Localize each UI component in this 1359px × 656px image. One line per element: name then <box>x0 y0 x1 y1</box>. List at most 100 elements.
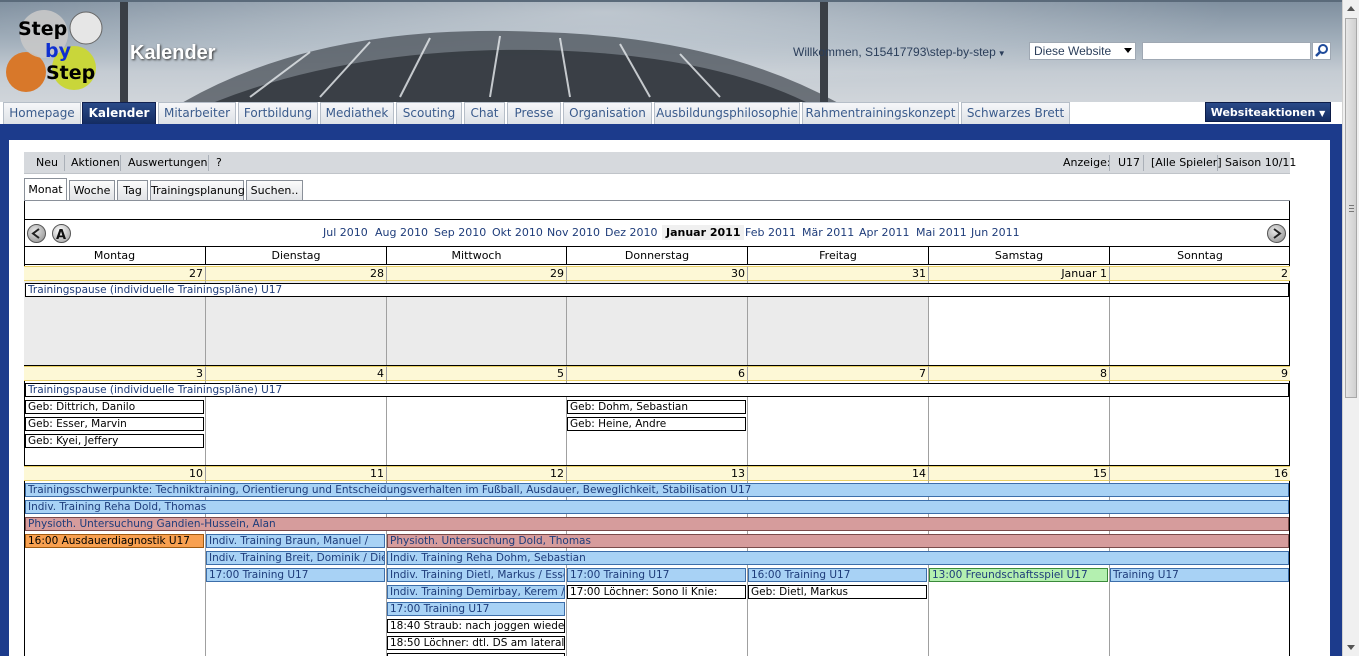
site-logo[interactable]: Step by Step <box>4 6 104 94</box>
scrollbar-thumb[interactable] <box>1345 18 1357 398</box>
day-cell[interactable] <box>386 266 566 366</box>
day-number[interactable]: 27 <box>24 266 205 281</box>
calendar-event[interactable]: Geb: Heine, Andre <box>567 417 746 431</box>
day-cell[interactable] <box>566 366 747 466</box>
day-cell[interactable] <box>24 366 205 466</box>
nav-tab-scouting[interactable]: Scouting <box>396 102 462 124</box>
month-link[interactable]: Mai 2011 <box>916 226 967 239</box>
calendar-event[interactable]: 18:50 Löchner: dtl. DS am lateralen <box>387 636 565 650</box>
nav-tab-presse[interactable]: Presse <box>507 102 561 124</box>
day-number[interactable]: 28 <box>205 266 386 281</box>
calendar-event[interactable]: Geb: Dohm, Sebastian <box>567 400 746 414</box>
welcome-menu[interactable]: Willkommen, S15417793\step-by-step ▼ <box>793 45 1006 59</box>
search-scope-select[interactable]: Diese Website <box>1029 42 1136 60</box>
day-number[interactable]: 9 <box>1109 366 1290 381</box>
day-number[interactable]: 3 <box>24 366 205 381</box>
calendar-event[interactable]: 13:00 Freundschaftsspiel U17 <box>929 568 1108 582</box>
day-cell[interactable] <box>205 266 386 366</box>
nav-tab-fortbildung[interactable]: Fortbildung <box>238 102 318 124</box>
day-cell[interactable] <box>747 266 928 366</box>
calendar-event[interactable]: Geb: Dietl, Markus <box>748 585 927 599</box>
calendar-event[interactable]: Indiv. Training Breit, Dominik / Dietl, <box>206 551 385 565</box>
players-filter[interactable]: [Alle Spieler] <box>1151 152 1222 174</box>
help-button[interactable]: ? <box>216 152 222 174</box>
nav-tab-mitarbeiter[interactable]: Mitarbeiter <box>158 102 236 124</box>
tab-suchen[interactable]: Suchen.. <box>246 180 303 200</box>
calendar-event[interactable]: Trainingsschwerpunkte: Techniktraining, … <box>25 483 1289 497</box>
calendar-event[interactable]: Trainingspause (individuelle Trainingspl… <box>25 283 1289 297</box>
day-cell[interactable] <box>24 266 205 366</box>
calendar-event[interactable]: Geb: Esser, Marvin <box>25 417 204 431</box>
day-cell[interactable] <box>928 366 1109 466</box>
nav-tab-rahmentrainingskonzept[interactable]: Rahmentrainingskonzept <box>802 102 959 124</box>
actions-menu[interactable]: Aktionen <box>71 152 120 174</box>
day-number[interactable]: 31 <box>747 266 928 281</box>
site-actions-menu[interactable]: Websiteaktionen ▼ <box>1205 102 1331 122</box>
month-link[interactable]: Jun 2011 <box>971 226 1020 239</box>
day-cell[interactable] <box>205 366 386 466</box>
calendar-event[interactable]: Training U17 <box>1110 568 1289 582</box>
calendar-event[interactable]: 17:00 Training U17 <box>567 568 746 582</box>
calendar-event[interactable]: Physioth. Untersuchung Gandien-Hussein, … <box>25 517 1289 531</box>
day-number[interactable]: 4 <box>205 366 386 381</box>
day-number[interactable]: 14 <box>747 466 928 481</box>
day-number[interactable]: 16 <box>1109 466 1290 481</box>
calendar-event[interactable]: Indiv. Training Dietl, Markus / Esser, <box>387 568 565 582</box>
calendar-event[interactable]: Geb: Dittrich, Danilo <box>25 400 204 414</box>
calendar-event[interactable]: 17:00 Training U17 <box>206 568 385 582</box>
nav-tab-chat[interactable]: Chat <box>464 102 505 124</box>
day-number[interactable]: Januar 1 <box>928 266 1109 281</box>
nav-tab-ausbildungsphilosophie[interactable]: Ausbildungsphilosophie <box>654 102 800 124</box>
vertical-scrollbar[interactable] <box>1342 0 1359 656</box>
scroll-down-icon[interactable] <box>1347 645 1355 650</box>
day-cell[interactable] <box>928 266 1109 366</box>
tab-tag[interactable]: Tag <box>117 180 148 200</box>
calendar-event[interactable]: 16:00 Ausdauerdiagnostik U17 <box>25 534 204 548</box>
calendar-event[interactable]: Indiv. Training Demirbay, Kerem / <box>387 585 565 599</box>
reports-menu[interactable]: Auswertungen <box>128 152 208 174</box>
month-link[interactable]: Aug 2010 <box>375 226 428 239</box>
month-link[interactable]: Mär 2011 <box>802 226 854 239</box>
scroll-up-icon[interactable] <box>1347 6 1355 11</box>
calendar-event[interactable]: Indiv. Training Reha Dold, Thomas <box>25 500 1289 514</box>
new-button[interactable]: Neu <box>36 152 58 174</box>
month-link[interactable]: Okt 2010 <box>492 226 543 239</box>
nav-tab-mediathek[interactable]: Mediathek <box>320 102 394 124</box>
nav-tab-schwarzes-brett[interactable]: Schwarzes Brett <box>961 102 1070 124</box>
next-arrow-icon[interactable] <box>1267 224 1286 243</box>
day-number[interactable]: 5 <box>386 366 566 381</box>
month-link[interactable]: Sep 2010 <box>434 226 486 239</box>
day-cell[interactable] <box>1109 366 1290 466</box>
tab-monat[interactable]: Monat <box>24 178 67 200</box>
calendar-event[interactable]: Indiv. Training Reha Dohm, Sebastian <box>387 551 1289 565</box>
day-number[interactable]: 12 <box>386 466 566 481</box>
search-input[interactable] <box>1142 42 1311 60</box>
day-number[interactable]: 10 <box>24 466 205 481</box>
today-icon[interactable]: A <box>52 224 71 243</box>
calendar-event[interactable]: 17:00 Löchner: Sono li Knie: <box>567 585 746 599</box>
previous-arrow-icon[interactable] <box>27 224 46 243</box>
nav-tab-organisation[interactable]: Organisation <box>563 102 652 124</box>
day-number[interactable]: 8 <box>928 366 1109 381</box>
calendar-event[interactable]: Indiv. Training Braun, Manuel / <box>206 534 385 548</box>
day-number[interactable]: 11 <box>205 466 386 481</box>
month-link[interactable]: Jul 2010 <box>323 226 368 239</box>
calendar-event[interactable]: 17:00 Training U17 <box>387 602 565 616</box>
nav-tab-kalender[interactable]: Kalender <box>82 102 156 124</box>
calendar-event[interactable]: 18:40 Straub: nach joggen wieder <box>387 619 565 633</box>
day-cell[interactable] <box>386 366 566 466</box>
day-number[interactable]: 29 <box>386 266 566 281</box>
month-link[interactable]: Nov 2010 <box>547 226 600 239</box>
team-filter[interactable]: U17 <box>1118 152 1140 174</box>
day-number[interactable]: 7 <box>747 366 928 381</box>
month-link[interactable]: Dez 2010 <box>605 226 658 239</box>
month-link[interactable]: Feb 2011 <box>745 226 796 239</box>
calendar-event[interactable]: Geb: Kyei, Jeffery <box>25 434 204 448</box>
season-filter[interactable]: Saison 10/11 <box>1225 152 1296 174</box>
month-link[interactable]: Apr 2011 <box>859 226 910 239</box>
day-number[interactable]: 30 <box>566 266 747 281</box>
day-cell[interactable] <box>566 266 747 366</box>
day-number[interactable]: 6 <box>566 366 747 381</box>
day-number[interactable]: 2 <box>1109 266 1290 281</box>
tab-trainingsplanung[interactable]: Trainingsplanung <box>150 180 245 200</box>
